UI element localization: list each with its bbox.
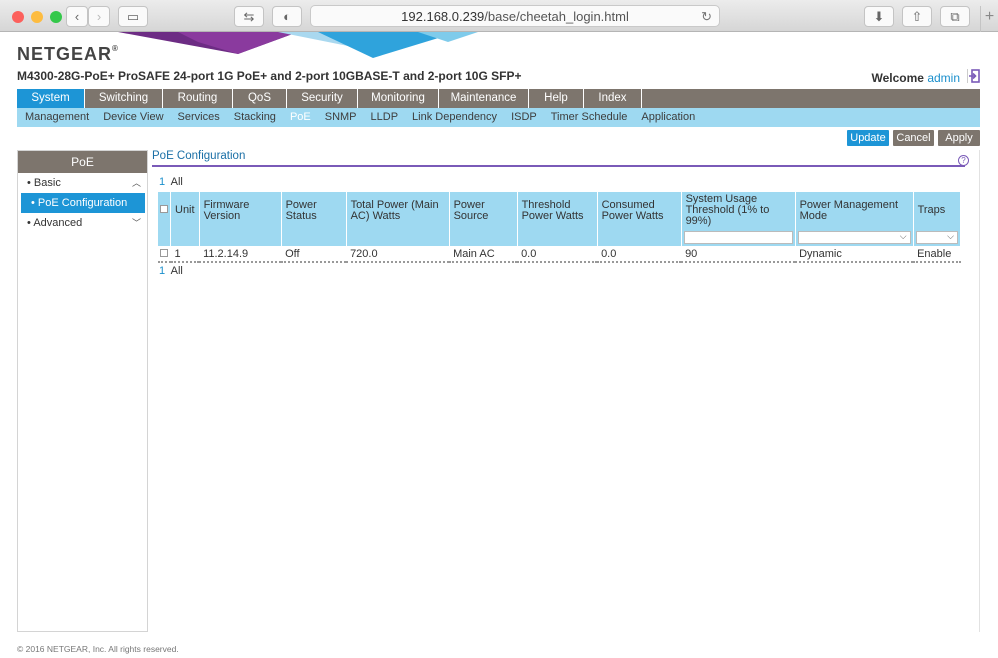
content-panel: PoE Configuration ? 1 All Unit Firmware … (152, 150, 980, 632)
subnav-timer-schedule[interactable]: Timer Schedule (551, 108, 628, 127)
tab-switching[interactable]: Switching (85, 89, 163, 108)
col-power-status: Power Status (281, 192, 347, 229)
sidebar-item-basic[interactable]: • Basic ︿ (18, 173, 147, 193)
tab-security[interactable]: Security (287, 89, 358, 108)
share-icon[interactable]: ⇧ (902, 6, 932, 27)
tab-monitoring[interactable]: Monitoring (358, 89, 439, 108)
table-row[interactable]: 1 11.2.14.9 Off 720.0 Main AC 0.0 0.0 90… (158, 246, 961, 263)
update-button[interactable]: Update (847, 130, 889, 146)
subnav-isdp[interactable]: ISDP (511, 108, 537, 127)
cell-power-source: Main AC (449, 246, 518, 263)
select-all-checkbox[interactable] (158, 192, 171, 229)
tab-maintenance[interactable]: Maintenance (439, 89, 529, 108)
cell-total-power: 720.0 (346, 246, 450, 263)
address-bar[interactable]: 192.168.0.239/base/cheetah_login.html ↻ (310, 5, 720, 27)
pagination-top: 1 All (159, 176, 183, 188)
col-usage-threshold: System Usage Threshold (1% to 99%) (681, 192, 796, 229)
back-icon[interactable]: ‹ (66, 6, 88, 27)
new-tab-icon[interactable]: + (980, 6, 998, 32)
cell-consumed-power: 0.0 (597, 246, 682, 263)
network-icon[interactable]: ⇆ (234, 6, 264, 27)
pagination-bottom: 1 All (159, 265, 183, 277)
welcome-text: Welcome admin (871, 71, 961, 85)
sidebar-item-poe-configuration[interactable]: • PoE Configuration (21, 193, 145, 213)
minimize-window-button[interactable] (31, 11, 43, 23)
cell-power-status: Off (281, 246, 347, 263)
subnav-link-dependency[interactable]: Link Dependency (412, 108, 497, 127)
sidebar-toggle-icon[interactable]: ▭ (118, 6, 148, 27)
tab-routing[interactable]: Routing (163, 89, 233, 108)
row-checkbox[interactable] (158, 246, 171, 263)
chevron-down-icon: ﹀ (131, 218, 141, 228)
url-host: 192.168.0.239 (401, 9, 485, 24)
subnav-application[interactable]: Application (641, 108, 695, 127)
main-nav: System Switching Routing QoS Security Mo… (17, 89, 980, 108)
browser-toolbar: ‹ › ▭ ⇆ ◐ 192.168.0.239/base/cheetah_log… (0, 0, 998, 32)
banner-graphic (118, 32, 478, 58)
subnav-management[interactable]: Management (25, 108, 89, 127)
subnav-services[interactable]: Services (178, 108, 220, 127)
subnav-stacking[interactable]: Stacking (234, 108, 276, 127)
col-consumed-power: Consumed Power Watts (597, 192, 682, 229)
chevron-down-icon: ⌵ (899, 231, 907, 241)
chevron-up-icon: ︿ (131, 178, 141, 188)
col-power-mgmt-mode: Power Management Mode (795, 192, 914, 229)
tab-help[interactable]: Help (529, 89, 584, 108)
tabs-icon[interactable]: ⧉ (940, 6, 970, 27)
cell-power-mgmt-mode: Dynamic (795, 246, 914, 263)
usage-threshold-input[interactable] (683, 231, 793, 244)
col-power-source: Power Source (449, 192, 518, 229)
col-unit: Unit (170, 192, 200, 229)
cancel-button[interactable]: Cancel (893, 130, 934, 146)
subnav-lldp[interactable]: LLDP (371, 108, 399, 127)
sidebar-item-advanced[interactable]: • Advanced ﹀ (18, 213, 147, 233)
poe-table: Unit Firmware Version Power Status Total… (158, 192, 962, 263)
tab-index[interactable]: Index (584, 89, 642, 108)
forward-icon[interactable]: › (88, 6, 110, 27)
col-threshold-power: Threshold Power Watts (517, 192, 598, 229)
tab-system[interactable]: System (17, 89, 85, 108)
tab-qos[interactable]: QoS (233, 89, 287, 108)
product-title: M4300-28G-PoE+ ProSAFE 24-port 1G PoE+ a… (17, 69, 522, 83)
username-link[interactable]: admin (927, 71, 960, 85)
download-icon[interactable]: ⬇ (864, 6, 894, 27)
page-all-link[interactable]: All (171, 265, 183, 277)
page-number[interactable]: 1 (159, 265, 165, 277)
subnav-device-view[interactable]: Device View (103, 108, 163, 127)
chevron-down-icon: ⌵ (947, 231, 954, 241)
title-divider (152, 165, 965, 167)
sidebar-title: PoE (18, 151, 147, 173)
subnav-snmp[interactable]: SNMP (325, 108, 357, 127)
apply-button[interactable]: Apply (938, 130, 980, 146)
cell-unit: 1 (170, 246, 200, 263)
col-total-power: Total Power (Main AC) Watts (346, 192, 450, 229)
copyright-footer: © 2016 NETGEAR, Inc. All rights reserved… (17, 644, 179, 654)
logout-icon[interactable] (967, 69, 981, 83)
col-firmware: Firmware Version (199, 192, 282, 229)
help-icon[interactable]: ? (958, 155, 969, 166)
close-window-button[interactable] (12, 11, 24, 23)
col-traps: Traps (913, 192, 962, 229)
shield-icon[interactable]: ◐ (272, 6, 302, 27)
cell-traps: Enable (913, 246, 961, 263)
cell-firmware: 11.2.14.9 (199, 246, 282, 263)
power-mgmt-mode-select[interactable]: ⌵ (797, 231, 911, 244)
page-all-link[interactable]: All (171, 176, 183, 188)
netgear-logo: NETGEAR® (17, 44, 119, 64)
subnav-poe[interactable]: PoE (290, 108, 311, 127)
cell-threshold-power: 0.0 (517, 246, 598, 263)
reload-icon[interactable]: ↻ (701, 6, 712, 27)
page-number[interactable]: 1 (159, 176, 165, 188)
sidebar: PoE • Basic ︿ • PoE Configuration • Advan… (17, 150, 148, 632)
url-path: /base/cheetah_login.html (484, 9, 629, 24)
cell-usage-threshold: 90 (681, 246, 796, 263)
filter-row: ⌵ ⌵ (158, 229, 962, 246)
page-title: PoE Configuration (152, 150, 246, 162)
zoom-window-button[interactable] (50, 11, 62, 23)
sub-nav: Management Device View Services Stacking… (17, 108, 980, 127)
traps-select[interactable]: ⌵ (915, 231, 958, 244)
table-header: Unit Firmware Version Power Status Total… (158, 192, 962, 229)
